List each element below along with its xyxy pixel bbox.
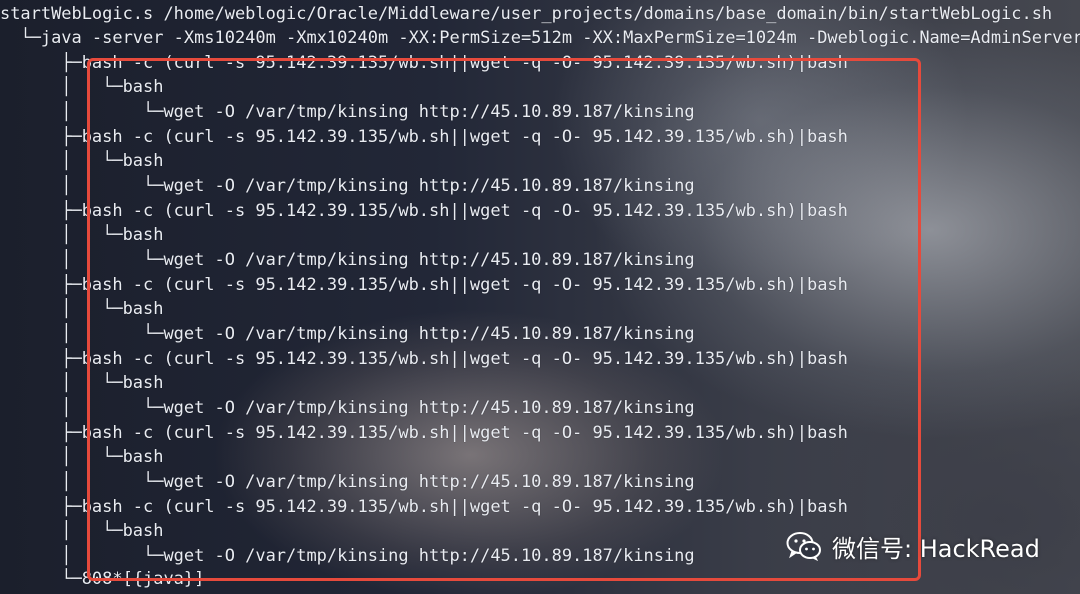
red-highlight-box (87, 58, 921, 581)
screenshot: startWebLogic.s /home/weblogic/Oracle/Mi… (0, 0, 1080, 594)
process-tree-line: startWebLogic.s /home/weblogic/Oracle/Mi… (0, 4, 1053, 24)
process-tree-line: └─java -server -Xms10240m -Xmx10240m -XX… (0, 28, 1080, 48)
wechat-icon (786, 532, 821, 561)
wechat-watermark: 微信号: HackRead (786, 528, 1040, 564)
watermark-text: 微信号: HackRead (832, 534, 1040, 563)
